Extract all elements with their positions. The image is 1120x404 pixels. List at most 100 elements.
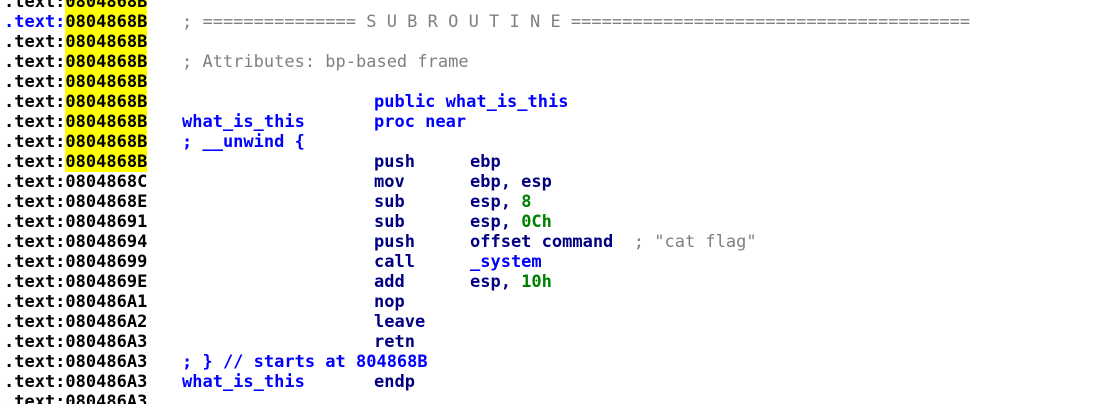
segment-prefix: .text: xyxy=(4,112,66,132)
address-value[interactable]: 08048694 xyxy=(65,232,147,252)
instruction-mnemonic[interactable]: nop xyxy=(374,292,405,312)
address-value[interactable]: 0804868C xyxy=(65,172,147,192)
instruction-operands[interactable]: esp, 0Ch xyxy=(470,212,552,232)
operand[interactable]: esp, xyxy=(470,272,521,292)
segment-prefix: .text: xyxy=(4,32,66,52)
instruction-mnemonic[interactable]: retn xyxy=(374,332,415,352)
segment-prefix: .text: xyxy=(4,332,66,352)
address-value[interactable]: 0804868B xyxy=(65,0,148,12)
instruction-mnemonic[interactable]: call xyxy=(374,252,415,272)
address-value[interactable]: 0804868B xyxy=(65,112,148,132)
operand[interactable]: esp, xyxy=(470,212,521,232)
operand[interactable]: 0Ch xyxy=(521,212,552,232)
line-address[interactable]: .text:080486A3 xyxy=(4,332,147,352)
segment-prefix: .text: xyxy=(4,132,66,152)
segment-prefix: .text: xyxy=(4,252,66,272)
instruction-mnemonic[interactable]: mov xyxy=(374,172,405,192)
instruction-operands[interactable]: esp, 10h xyxy=(470,272,552,292)
line-address[interactable]: .text:080486A3 xyxy=(4,372,147,392)
segment-prefix: .text: xyxy=(4,352,66,372)
instruction-operands[interactable]: _system xyxy=(470,252,542,272)
address-value[interactable]: 0804868B xyxy=(65,12,148,32)
line-address[interactable]: .text:0804868B xyxy=(4,92,148,112)
segment-prefix: .text: xyxy=(4,152,66,172)
instruction-operands[interactable]: esp, 8 xyxy=(470,192,531,212)
operand[interactable]: ebp, esp xyxy=(470,172,552,192)
segment-prefix: .text: xyxy=(4,212,66,232)
line-address[interactable]: .text:080486A1 xyxy=(4,292,147,312)
line-address[interactable]: .text:0804868B xyxy=(4,0,148,12)
address-value[interactable]: 0804869E xyxy=(65,272,147,292)
line-address[interactable]: .text:0804868B xyxy=(4,32,148,52)
segment-prefix: .text: xyxy=(4,372,66,392)
instruction-mnemonic[interactable]: push xyxy=(374,232,415,252)
line-address[interactable]: .text:0804869E xyxy=(4,272,147,292)
instruction-mnemonic[interactable]: proc near xyxy=(374,112,466,132)
line-address[interactable]: .text:0804868B xyxy=(4,152,148,172)
segment-prefix: .text: xyxy=(4,392,66,404)
address-value[interactable]: 080486A1 xyxy=(65,292,147,312)
segment-prefix: .text: xyxy=(4,172,66,192)
operand[interactable]: 10h xyxy=(521,272,552,292)
address-value[interactable]: 0804868E xyxy=(65,192,147,212)
line-comment: ; =============== S U B R O U T I N E ==… xyxy=(182,12,971,32)
operand[interactable]: ebp xyxy=(470,152,501,172)
address-value[interactable]: 0804868B xyxy=(65,72,148,92)
address-value[interactable]: 080486A2 xyxy=(65,312,147,332)
line-address[interactable]: .text:0804868C xyxy=(4,172,147,192)
instruction-operands[interactable]: ebp xyxy=(470,152,501,172)
segment-prefix: .text: xyxy=(4,72,66,92)
disassembly-listing[interactable]: .text:0804868B .text:0804868B; ==========… xyxy=(0,0,1120,404)
segment-prefix: .text: xyxy=(4,92,66,112)
instruction-mnemonic[interactable]: public what_is_this xyxy=(374,92,568,112)
instruction-mnemonic[interactable]: add xyxy=(374,272,405,292)
line-address[interactable]: .text:08048699 xyxy=(4,252,147,272)
instruction-mnemonic[interactable]: push xyxy=(374,152,415,172)
address-value[interactable]: 080486A3 xyxy=(65,352,147,372)
line-address[interactable]: .text:080486A3 xyxy=(4,392,147,404)
instruction-mnemonic[interactable]: endp xyxy=(374,372,415,392)
address-value[interactable]: 080486A3 xyxy=(65,372,147,392)
line-address[interactable]: .text:08048691 xyxy=(4,212,147,232)
line-comment: ; __unwind { xyxy=(182,132,305,152)
segment-prefix: .text: xyxy=(4,312,66,332)
address-value[interactable]: 0804868B xyxy=(65,132,148,152)
line-address[interactable]: .text:0804868B xyxy=(4,12,148,32)
segment-prefix: .text: xyxy=(4,192,66,212)
segment-prefix: .text: xyxy=(4,292,66,312)
operand[interactable]: 8 xyxy=(521,192,531,212)
instruction-operands[interactable]: ebp, esp xyxy=(470,172,552,192)
address-value[interactable]: 080486A3 xyxy=(65,332,147,352)
function-label[interactable]: what_is_this xyxy=(182,372,305,392)
segment-prefix: .text: xyxy=(4,52,66,72)
segment-prefix: .text: xyxy=(4,272,66,292)
instruction-mnemonic[interactable]: sub xyxy=(374,192,405,212)
instruction-mnemonic[interactable]: sub xyxy=(374,212,405,232)
address-value[interactable]: 08048699 xyxy=(65,252,147,272)
line-address[interactable]: .text:0804868B xyxy=(4,72,148,92)
function-label[interactable]: what_is_this xyxy=(182,112,305,132)
address-value[interactable]: 0804868B xyxy=(65,52,148,72)
address-value[interactable]: 080486A3 xyxy=(65,392,147,404)
line-address[interactable]: .text:0804868B xyxy=(4,132,148,152)
string-comment: ; "cat flag" xyxy=(633,232,757,252)
segment-prefix: .text: xyxy=(4,12,66,32)
address-value[interactable]: 0804868B xyxy=(65,32,148,52)
instruction-operands[interactable]: offset command ; "cat flag" xyxy=(470,232,757,252)
line-address[interactable]: .text:0804868B xyxy=(4,52,148,72)
line-address[interactable]: .text:0804868E xyxy=(4,192,147,212)
operand[interactable]: esp, xyxy=(470,192,521,212)
segment-prefix: .text: xyxy=(4,232,66,252)
address-value[interactable]: 0804868B xyxy=(65,92,148,112)
operand[interactable]: _system xyxy=(470,252,542,272)
operand[interactable]: offset command xyxy=(470,232,634,252)
instruction-mnemonic[interactable]: leave xyxy=(374,312,425,332)
line-comment: ; } // starts at 804868B xyxy=(182,352,428,372)
line-address[interactable]: .text:080486A3 xyxy=(4,352,147,372)
address-value[interactable]: 0804868B xyxy=(65,152,148,172)
segment-prefix: .text: xyxy=(4,0,66,12)
line-address[interactable]: .text:08048694 xyxy=(4,232,147,252)
line-address[interactable]: .text:0804868B xyxy=(4,112,148,132)
address-value[interactable]: 08048691 xyxy=(65,212,147,232)
line-address[interactable]: .text:080486A2 xyxy=(4,312,147,332)
